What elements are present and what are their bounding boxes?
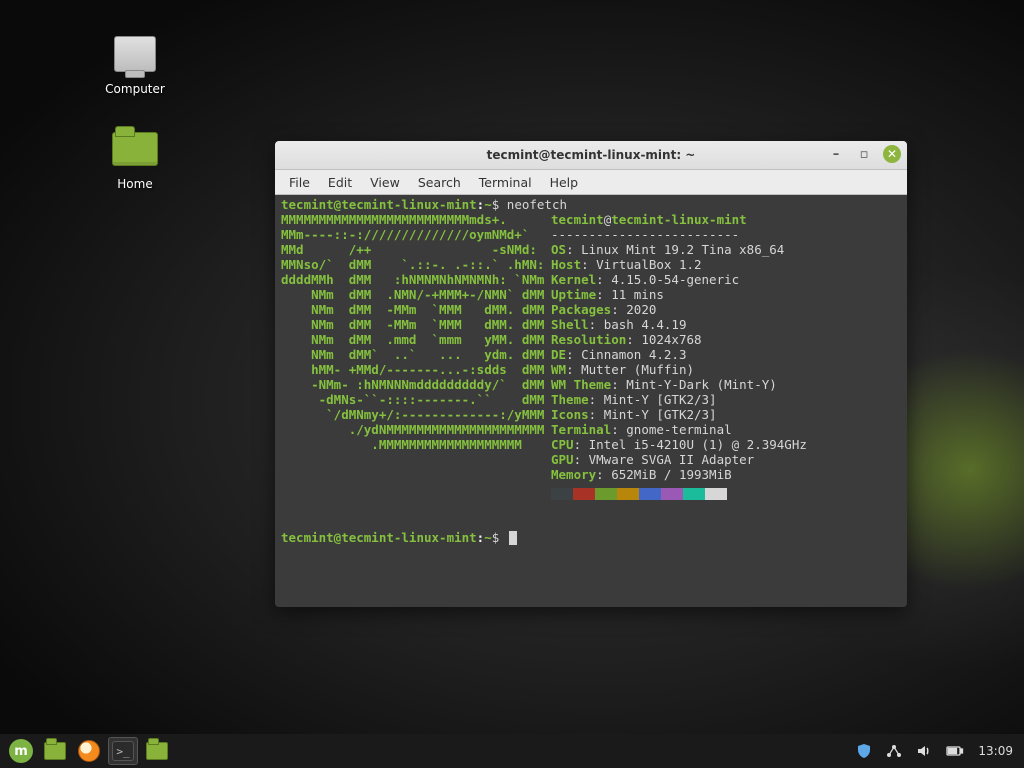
launcher-files-2[interactable]: [142, 737, 172, 765]
desktop-icon-label: Computer: [105, 82, 165, 96]
menu-view[interactable]: View: [362, 173, 408, 192]
folder-icon: [112, 132, 158, 166]
tray-battery-icon[interactable]: [941, 744, 969, 758]
tray-shield-icon[interactable]: [851, 743, 877, 759]
menubar: File Edit View Search Terminal Help: [275, 170, 907, 195]
desktop-icon-label: Home: [117, 177, 152, 191]
minimize-button[interactable]: –: [827, 145, 845, 163]
terminal-window: tecmint@tecmint-linux-mint: ~ – ▫ ✕ File…: [275, 141, 907, 607]
tray-volume-icon[interactable]: [911, 743, 937, 759]
launcher-files[interactable]: [40, 737, 70, 765]
launcher-firefox[interactable]: [74, 737, 104, 765]
menu-search[interactable]: Search: [410, 173, 469, 192]
tray-network-icon[interactable]: [881, 743, 907, 759]
desktop-wallpaper: Computer Home tecmint@tecmint-linux-mint…: [0, 0, 1024, 768]
folder-icon: [44, 742, 66, 760]
menu-file[interactable]: File: [281, 173, 318, 192]
folder-icon: [146, 742, 168, 760]
window-titlebar[interactable]: tecmint@tecmint-linux-mint: ~ – ▫ ✕: [275, 141, 907, 170]
computer-icon: [114, 36, 156, 72]
menu-edit[interactable]: Edit: [320, 173, 360, 192]
window-title: tecmint@tecmint-linux-mint: ~: [275, 148, 907, 162]
desktop-icon-computer[interactable]: Computer: [95, 30, 175, 96]
menu-help[interactable]: Help: [542, 173, 587, 192]
taskbar: m >_ 13:09: [0, 734, 1024, 768]
firefox-icon: [78, 740, 100, 762]
launcher-terminal[interactable]: >_: [108, 737, 138, 765]
menu-terminal[interactable]: Terminal: [471, 173, 540, 192]
launcher-menu[interactable]: m: [6, 737, 36, 765]
mint-logo-icon: m: [9, 739, 33, 763]
desktop-icon-home[interactable]: Home: [95, 125, 175, 191]
maximize-button[interactable]: ▫: [855, 145, 873, 163]
terminal-icon: >_: [112, 741, 134, 761]
tray-clock[interactable]: 13:09: [973, 744, 1018, 758]
terminal-content[interactable]: tecmint@tecmint-linux-mint:~$ neofetchMM…: [275, 195, 907, 607]
terminal-cursor: [509, 531, 517, 545]
close-button[interactable]: ✕: [883, 145, 901, 163]
